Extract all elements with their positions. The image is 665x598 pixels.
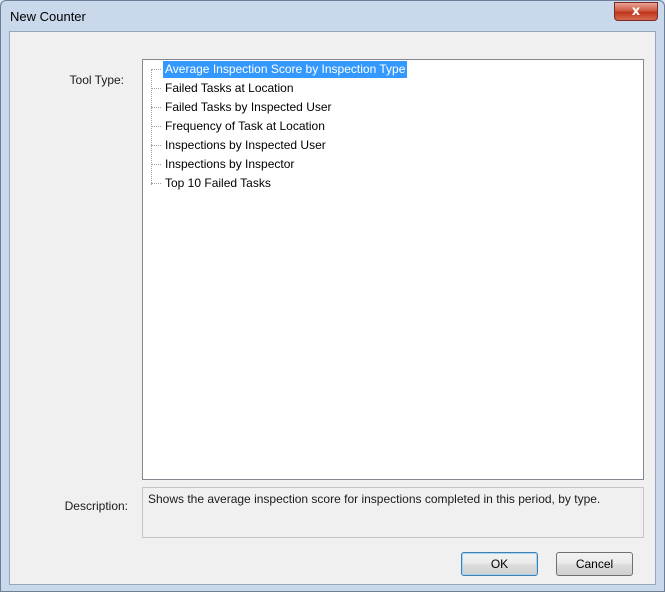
tree-item-inspections-by-inspector[interactable]: Inspections by Inspector [151, 155, 296, 174]
tool-type-tree[interactable]: Average Inspection Score by Inspection T… [142, 59, 644, 480]
tree-item-label: Failed Tasks at Location [165, 81, 294, 95]
close-button[interactable]: x [614, 2, 658, 21]
tree-item-average-inspection-score[interactable]: Average Inspection Score by Inspection T… [151, 60, 408, 79]
cancel-button[interactable]: Cancel [556, 552, 633, 576]
tree-item-label: Top 10 Failed Tasks [165, 176, 271, 190]
tree-item-label: Failed Tasks by Inspected User [165, 100, 332, 114]
tree-item-failed-tasks-by-inspected-user[interactable]: Failed Tasks by Inspected User [151, 98, 334, 117]
tree-item-label: Frequency of Task at Location [165, 119, 325, 133]
tree-item-label: Inspections by Inspected User [165, 138, 326, 152]
new-counter-dialog: New Counter x Tool Type: Average Inspect… [0, 0, 665, 592]
close-icon: x [631, 4, 641, 19]
ok-button[interactable]: OK [461, 552, 538, 576]
dialog-body: Tool Type: Average Inspection Score by I… [9, 31, 656, 585]
description-text: Shows the average inspection score for i… [142, 487, 644, 538]
tree-item-top-10-failed-tasks[interactable]: Top 10 Failed Tasks [151, 174, 273, 193]
tree-item-label: Average Inspection Score by Inspection T… [163, 61, 408, 78]
tree-item-inspections-by-inspected-user[interactable]: Inspections by Inspected User [151, 136, 328, 155]
tree-item-frequency-of-task[interactable]: Frequency of Task at Location [151, 117, 327, 136]
description-label: Description: [64, 499, 128, 513]
tool-type-label: Tool Type: [69, 73, 124, 87]
dialog-title: New Counter [10, 9, 86, 24]
title-bar[interactable]: New Counter x [1, 1, 664, 31]
tree-item-failed-tasks-at-location[interactable]: Failed Tasks at Location [151, 79, 296, 98]
tree-item-label: Inspections by Inspector [165, 157, 295, 171]
